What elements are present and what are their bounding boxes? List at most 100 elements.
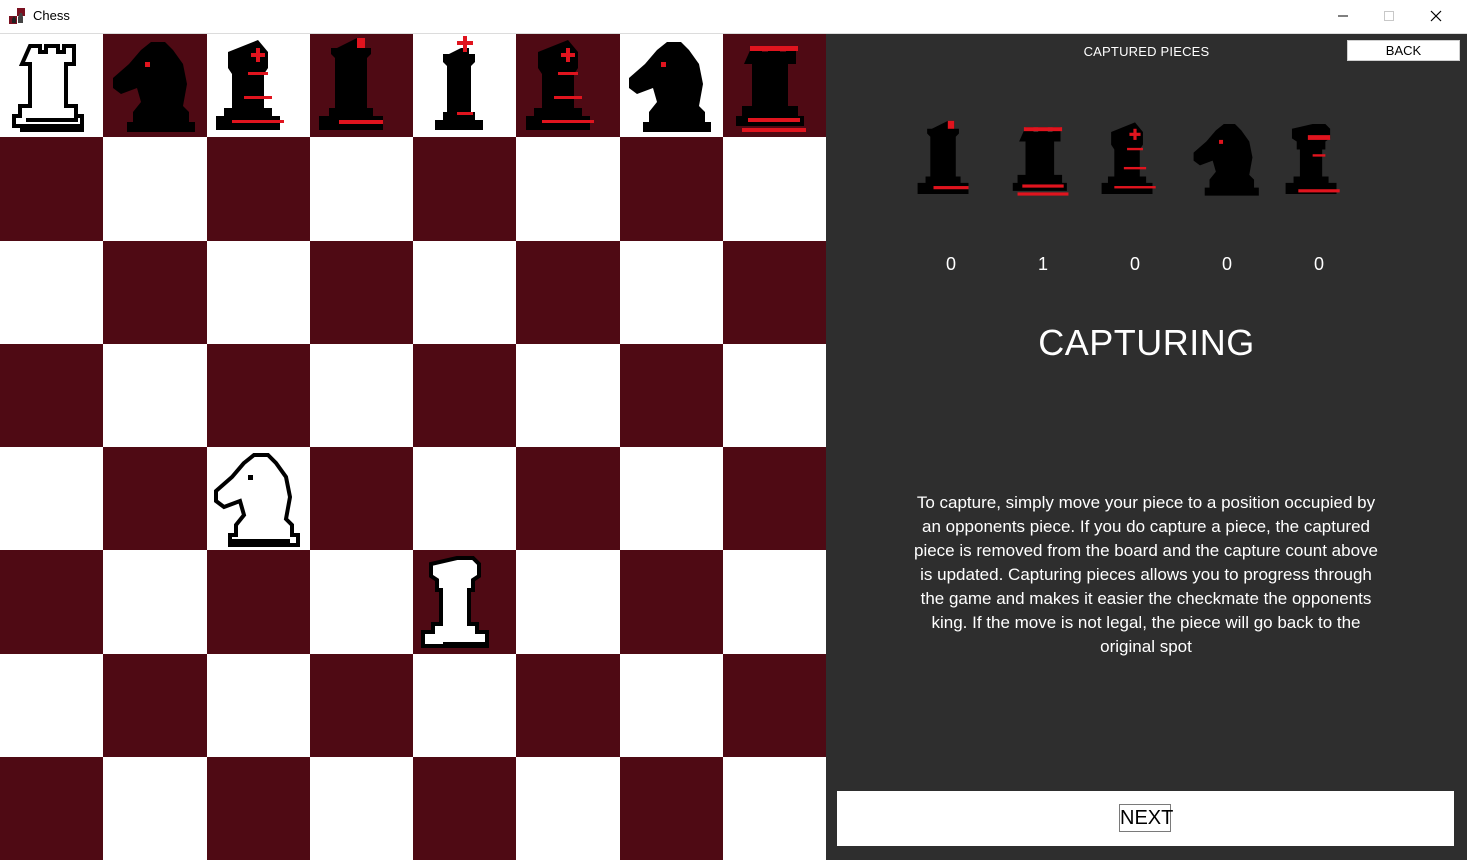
board-square[interactable] xyxy=(619,34,723,138)
board-square[interactable] xyxy=(619,550,723,654)
white-knight-icon xyxy=(214,452,301,547)
minimize-icon xyxy=(1338,15,1348,17)
white-rook[interactable] xyxy=(8,34,96,138)
board-square[interactable] xyxy=(103,447,207,551)
captured-bishop-count: 0 xyxy=(1129,254,1140,274)
board-square[interactable] xyxy=(619,756,723,860)
chess-board[interactable] xyxy=(0,34,826,860)
captured-queen-count: 0 xyxy=(945,254,956,274)
board-square[interactable] xyxy=(309,137,413,241)
board-square[interactable] xyxy=(103,756,207,860)
black-king[interactable] xyxy=(421,34,509,138)
board-square[interactable] xyxy=(722,550,826,654)
black-bishop[interactable] xyxy=(214,34,302,138)
board-square[interactable] xyxy=(0,34,104,138)
black-rook[interactable] xyxy=(730,34,818,138)
white-pawn-icon xyxy=(420,555,489,648)
board-square[interactable] xyxy=(206,653,310,757)
white-knight[interactable] xyxy=(214,447,302,551)
board-square[interactable] xyxy=(103,550,207,654)
board-square[interactable] xyxy=(103,653,207,757)
board-square[interactable] xyxy=(722,137,826,241)
black-rook-icon xyxy=(1012,127,1069,196)
board-square[interactable] xyxy=(0,756,104,860)
board-square[interactable] xyxy=(516,343,620,447)
board-square[interactable] xyxy=(206,550,310,654)
black-knight-icon xyxy=(1193,124,1259,196)
captured-knight xyxy=(1192,89,1262,229)
board-square[interactable] xyxy=(722,34,826,138)
board-square[interactable] xyxy=(413,137,517,241)
black-knight[interactable] xyxy=(627,34,715,138)
board-square[interactable] xyxy=(103,137,207,241)
board-square[interactable] xyxy=(413,447,517,551)
lesson-description: To capture, simply move your piece to a … xyxy=(913,493,1378,656)
board-square[interactable] xyxy=(516,756,620,860)
board-square[interactable] xyxy=(619,653,723,757)
board-square[interactable] xyxy=(413,343,517,447)
board-square[interactable] xyxy=(206,343,310,447)
close-button[interactable] xyxy=(1413,0,1459,32)
next-button[interactable]: NEXT xyxy=(1119,804,1173,832)
minimize-button[interactable] xyxy=(1320,0,1366,32)
white-pawn[interactable] xyxy=(420,550,509,654)
board-square[interactable] xyxy=(309,653,413,757)
board-square[interactable] xyxy=(413,653,517,757)
board-square[interactable] xyxy=(103,343,207,447)
board-square[interactable] xyxy=(413,34,517,138)
board-square[interactable] xyxy=(206,447,310,551)
board-square[interactable] xyxy=(722,447,826,551)
board-square[interactable] xyxy=(0,447,104,551)
window-title: Chess xyxy=(33,8,70,23)
board-square[interactable] xyxy=(206,240,310,344)
board-square[interactable] xyxy=(0,653,104,757)
board-square[interactable] xyxy=(309,550,413,654)
captured-knight-count: 0 xyxy=(1221,254,1232,274)
board-square[interactable] xyxy=(722,653,826,757)
black-pawn-icon xyxy=(1285,124,1340,194)
board-square[interactable] xyxy=(722,240,826,344)
board-square[interactable] xyxy=(619,240,723,344)
board-square[interactable] xyxy=(309,343,413,447)
board-square[interactable] xyxy=(619,343,723,447)
board-square[interactable] xyxy=(309,240,413,344)
board-square[interactable] xyxy=(206,34,310,138)
board-square[interactable] xyxy=(413,550,517,654)
board-square[interactable] xyxy=(0,550,104,654)
board-square[interactable] xyxy=(413,756,517,860)
lesson-heading: CAPTURING xyxy=(1038,322,1255,363)
board-square[interactable] xyxy=(309,447,413,551)
board-square[interactable] xyxy=(619,137,723,241)
board-square[interactable] xyxy=(0,137,104,241)
board-square[interactable] xyxy=(619,447,723,551)
black-knight-icon xyxy=(112,41,195,132)
close-icon xyxy=(1430,10,1442,22)
board-square[interactable] xyxy=(516,550,620,654)
black-bishop-icon xyxy=(216,39,285,130)
board-square[interactable] xyxy=(516,34,620,138)
board-square[interactable] xyxy=(103,34,207,138)
black-queen[interactable] xyxy=(317,34,405,138)
captured-bishop xyxy=(1100,89,1170,229)
back-button[interactable]: BACK xyxy=(1347,40,1460,61)
board-square[interactable] xyxy=(722,756,826,860)
board-square[interactable] xyxy=(413,240,517,344)
maximize-button[interactable] xyxy=(1366,0,1412,32)
black-queen-icon xyxy=(319,37,384,130)
board-square[interactable] xyxy=(309,34,413,138)
captured-rook-count: 1 xyxy=(1037,254,1048,274)
board-square[interactable] xyxy=(206,756,310,860)
board-square[interactable] xyxy=(516,447,620,551)
board-square[interactable] xyxy=(0,240,104,344)
board-square[interactable] xyxy=(103,240,207,344)
board-square[interactable] xyxy=(309,756,413,860)
board-square[interactable] xyxy=(0,343,104,447)
next-bar: NEXT xyxy=(837,791,1454,846)
board-square[interactable] xyxy=(722,343,826,447)
board-square[interactable] xyxy=(206,137,310,241)
black-bishop[interactable] xyxy=(524,34,612,138)
board-square[interactable] xyxy=(516,653,620,757)
black-knight[interactable] xyxy=(111,34,199,138)
board-square[interactable] xyxy=(516,240,620,344)
board-square[interactable] xyxy=(516,137,620,241)
